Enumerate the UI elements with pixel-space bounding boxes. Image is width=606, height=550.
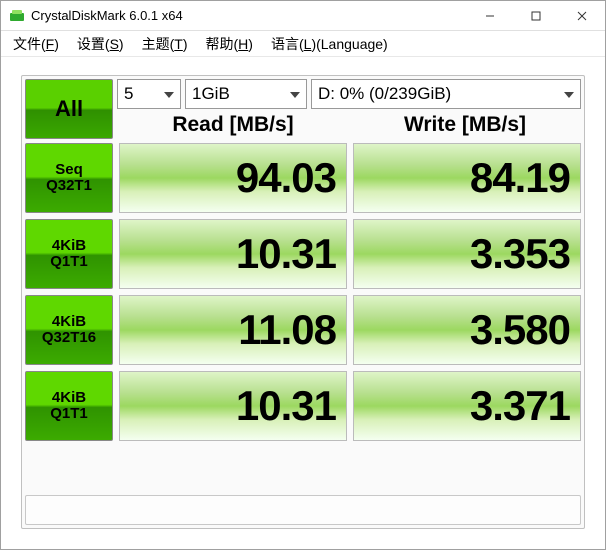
4kib-q1t1-write: 3.353: [353, 219, 581, 289]
4kib-q1t1-b-read: 10.31: [119, 371, 347, 441]
maximize-button[interactable]: [513, 1, 559, 31]
app-window: CrystalDiskMark 6.0.1 x64 文件(F) 设置(S) 主题…: [0, 0, 606, 550]
menu-language[interactable]: 语言(L)(Language): [265, 32, 394, 56]
menu-file[interactable]: 文件(F): [7, 32, 65, 56]
header-read: Read [MB/s]: [117, 113, 349, 137]
status-bar: [25, 495, 581, 525]
pass-count-value: 5: [124, 84, 133, 104]
run-all-label: All: [55, 96, 83, 122]
4kib-q1t1-button[interactable]: 4KiB Q1T1: [25, 219, 113, 289]
menubar: 文件(F) 设置(S) 主题(T) 帮助(H) 语言(L)(Language): [1, 31, 605, 57]
run-all-button[interactable]: All: [25, 79, 113, 139]
header-write: Write [MB/s]: [349, 113, 581, 137]
menu-theme[interactable]: 主题(T): [136, 32, 194, 56]
app-icon: [9, 8, 25, 24]
test-size-select[interactable]: 1GiB: [185, 79, 307, 109]
titlebar: CrystalDiskMark 6.0.1 x64: [1, 1, 605, 31]
drive-select[interactable]: D: 0% (0/239GiB): [311, 79, 581, 109]
content-panel: All 5 1GiB D: 0% (0/239GiB) Read [MB/s]: [21, 75, 585, 529]
window-title: CrystalDiskMark 6.0.1 x64: [31, 8, 467, 23]
seq-q32t1-button[interactable]: Seq Q32T1: [25, 143, 113, 213]
4kib-q1t1-read: 10.31: [119, 219, 347, 289]
4kib-q32t16-button[interactable]: 4KiB Q32T16: [25, 295, 113, 365]
seq-q32t1-read: 94.03: [119, 143, 347, 213]
test-size-value: 1GiB: [192, 84, 230, 104]
minimize-button[interactable]: [467, 1, 513, 31]
4kib-q32t16-write: 3.580: [353, 295, 581, 365]
results-grid: Seq Q32T1 94.03 84.19 4KiB Q1T1 10.31 3.…: [25, 143, 581, 489]
table-row: Seq Q32T1 94.03 84.19: [25, 143, 581, 213]
table-row: 4KiB Q1T1 10.31 3.371: [25, 371, 581, 441]
4kib-q1t1-b-write: 3.371: [353, 371, 581, 441]
close-button[interactable]: [559, 1, 605, 31]
seq-q32t1-write: 84.19: [353, 143, 581, 213]
menu-help[interactable]: 帮助(H): [200, 32, 259, 56]
4kib-q32t16-read: 11.08: [119, 295, 347, 365]
menu-settings[interactable]: 设置(S): [71, 32, 130, 56]
drive-value: D: 0% (0/239GiB): [318, 84, 451, 104]
table-row: 4KiB Q32T16 11.08 3.580: [25, 295, 581, 365]
pass-count-select[interactable]: 5: [117, 79, 181, 109]
table-row: 4KiB Q1T1 10.31 3.353: [25, 219, 581, 289]
4kib-q1t1-b-button[interactable]: 4KiB Q1T1: [25, 371, 113, 441]
